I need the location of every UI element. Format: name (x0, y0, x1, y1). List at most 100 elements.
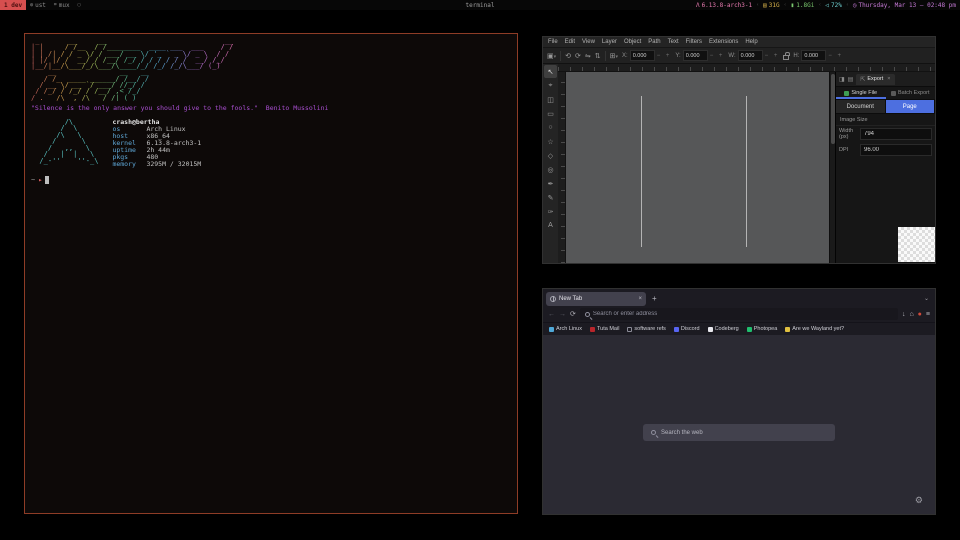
export-tab-label: Export (867, 76, 883, 82)
inkscape-toolbar: ▣▾ ⟲ ⟳ ⇋ ⇅ ⊞▾ X:0.000− +Y:0.000− +W:0.00… (543, 47, 935, 64)
welcome-ascii-art: _ __ __ __ | | / /__ / /________ ____ __… (31, 38, 233, 101)
h-input[interactable]: 0.000 (801, 50, 826, 61)
url-input[interactable] (593, 311, 893, 317)
menu-view[interactable]: View (582, 39, 595, 45)
tool-ellipse[interactable]: ○ (544, 121, 557, 134)
tab-list-chevron-icon[interactable]: ⌄ (924, 295, 932, 302)
page-scope-button[interactable]: Page (886, 100, 936, 113)
browser-active-tab[interactable]: New Tab × (546, 292, 646, 306)
bookmark-are-we-wayland-yet-[interactable]: Are we Wayland yet? (785, 326, 844, 332)
bookmark-codeberg[interactable]: Codeberg (708, 326, 739, 332)
bookmark-discord[interactable]: Discord (674, 326, 700, 332)
tool-node-editor[interactable]: ⌖ (544, 79, 557, 92)
menu-text[interactable]: Text (668, 39, 679, 45)
ruler-horizontal[interactable] (558, 64, 935, 72)
status-bar: 1 dev◍ust⌗mux▢ terminal Λ6.13.8-arch3-1‹… (0, 0, 960, 10)
x-input[interactable]: 0.000 (630, 50, 655, 61)
ruler-vertical[interactable] (558, 72, 566, 263)
fetch-info: crash@bertha osArch Linuxhostx86_64kerne… (112, 119, 201, 168)
field-label: X: (622, 53, 628, 59)
status-volume: ◁72% (825, 2, 841, 9)
menu-path[interactable]: Path (648, 39, 660, 45)
rotate-cw-button[interactable]: ⟳ (575, 52, 581, 60)
menu-file[interactable]: File (548, 39, 558, 45)
prompt-path: ~ (31, 176, 35, 184)
bookmark-arch-linux[interactable]: Arch Linux (549, 326, 582, 332)
terminal-cursor (45, 176, 49, 184)
inkscape-menubar: File Edit View Layer Object Path Text Filters Ex… (543, 37, 935, 47)
menu-extensions[interactable]: Extensions (709, 39, 738, 45)
menu-hamburger-icon[interactable]: ≡ (926, 311, 930, 318)
menu-edit[interactable]: Edit (565, 39, 575, 45)
rotate-ccw-button[interactable]: ⟲ (565, 52, 571, 60)
back-button[interactable]: ← (548, 311, 555, 318)
favicon (708, 327, 713, 332)
bookmark-label: Are we Wayland yet? (792, 326, 844, 332)
export-scope-buttons: Document Page (836, 100, 935, 114)
url-bar[interactable] (580, 308, 898, 320)
fetch-rows: osArch Linuxhostx86_64kernel6.13.8-arch3… (112, 126, 201, 168)
home-icon[interactable]: ⌂ (909, 311, 913, 318)
arch-logo-ascii: /\ / \ /\ \ / \ / ,, \ / | | \ /_-'' ''-… (31, 119, 98, 168)
tool-pencil[interactable]: ✎ (544, 191, 557, 204)
tab-batch-export[interactable]: Batch Export (886, 87, 936, 99)
flip-vertical-button[interactable]: ⇅ (595, 52, 601, 60)
menu-object[interactable]: Object (624, 39, 641, 45)
terminal-window[interactable]: _ __ __ __ | | / /__ / /________ ____ __… (24, 33, 518, 514)
bookmark-tuta-mail[interactable]: Tuta Mail (590, 326, 619, 332)
ublock-icon[interactable]: ● (918, 311, 922, 318)
stepper-buttons[interactable]: − + (657, 53, 672, 59)
menu-layer[interactable]: Layer (602, 39, 617, 45)
forward-button[interactable]: → (559, 311, 566, 318)
stepper-buttons[interactable]: − + (710, 53, 725, 59)
export-dialog-tab[interactable]: ⇱ Export × (856, 74, 894, 85)
reload-button[interactable]: ⟳ (570, 310, 576, 318)
tool-rectangle[interactable]: ▭ (544, 107, 557, 120)
tool-box-3d[interactable]: ◇ (544, 149, 557, 162)
lock-ratio-icon[interactable] (783, 55, 789, 60)
inkscape-canvas[interactable] (566, 72, 829, 263)
tab-single-file[interactable]: Single File (836, 87, 886, 99)
document-scope-button[interactable]: Document (836, 100, 886, 113)
field-h: H:0.000− + (793, 50, 843, 61)
image-size-heading: Image Size (836, 114, 935, 126)
tool-calligraphy[interactable]: ✑ (544, 205, 557, 218)
menu-filters[interactable]: Filters (686, 39, 702, 45)
bookmark-label: Discord (681, 326, 700, 332)
select-all-button[interactable]: ⊞▾ (610, 52, 618, 60)
width-input[interactable] (860, 128, 932, 140)
bookmark-photopea[interactable]: Photopea (747, 326, 778, 332)
menu-help[interactable]: Help (745, 39, 757, 45)
dpi-input[interactable] (860, 144, 932, 156)
tool-selector[interactable]: ↖ (544, 65, 557, 78)
tool-pen[interactable]: ✒ (544, 177, 557, 190)
disk-text: 31G (769, 2, 780, 9)
web-search-bar[interactable]: Search the web (643, 424, 835, 441)
status-memory: ▮1.8Gi (791, 2, 815, 9)
single-file-icon (844, 91, 849, 96)
y-input[interactable]: 0.000 (683, 50, 708, 61)
kernel-icon: Λ (696, 2, 700, 9)
flip-horizontal-button[interactable]: ⇋ (585, 52, 591, 60)
field-label: Y: (675, 53, 680, 59)
tool-text[interactable]: A (544, 219, 557, 232)
fill-stroke-dialog-icon[interactable]: ◨ (839, 76, 845, 83)
bookmark-label: Photopea (754, 326, 778, 332)
tool-shape-builder[interactable]: ◫ (544, 93, 557, 106)
gear-icon[interactable]: ⚙ (915, 495, 923, 506)
tool-star[interactable]: ☆ (544, 135, 557, 148)
stepper-buttons[interactable]: − + (828, 53, 843, 59)
favicon (785, 327, 790, 332)
w-input[interactable]: 0.000 (738, 50, 763, 61)
bookmark-software-refs[interactable]: software refs (627, 326, 665, 332)
bookmarks-bar: Arch Linux Tuta Mail software refs Discord C… (543, 323, 935, 335)
tool-spiral[interactable]: ◎ (544, 163, 557, 176)
stepper-buttons[interactable]: − + (765, 53, 780, 59)
selection-mode-button[interactable]: ▣▾ (547, 52, 556, 60)
download-icon[interactable]: ↓ (902, 311, 906, 318)
shell-prompt[interactable]: ~ ▸ (31, 176, 511, 184)
new-tab-button[interactable]: + (652, 294, 657, 303)
close-icon[interactable]: × (887, 76, 890, 82)
tab-close-icon[interactable]: × (638, 296, 642, 302)
layers-dialog-icon[interactable]: ▤ (848, 76, 854, 83)
